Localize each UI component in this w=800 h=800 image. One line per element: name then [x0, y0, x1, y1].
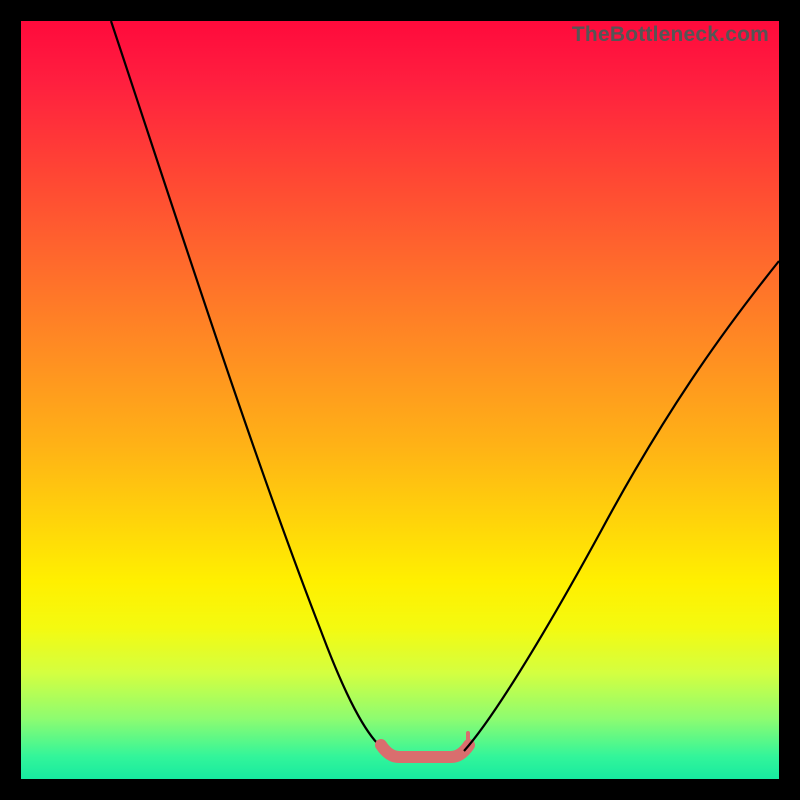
curve-right-branch	[464, 261, 779, 751]
chart-frame: TheBottleneck.com	[0, 0, 800, 800]
bottleneck-curve	[21, 21, 779, 779]
curve-left-branch	[111, 21, 386, 751]
plot-area: TheBottleneck.com	[21, 21, 779, 779]
curve-plateau	[381, 745, 469, 757]
